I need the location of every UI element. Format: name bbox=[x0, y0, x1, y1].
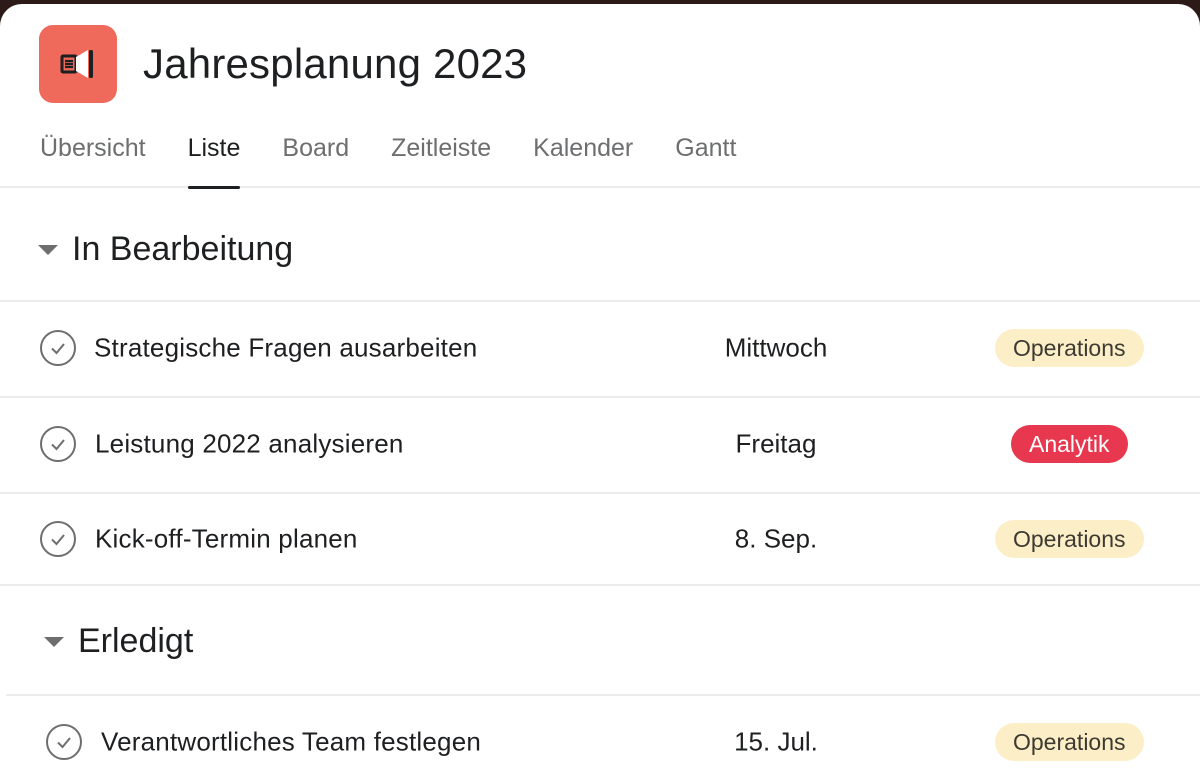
tab-kalender[interactable]: Kalender bbox=[533, 128, 633, 188]
task-name[interactable]: Verantwortliches Team festlegen bbox=[101, 727, 481, 758]
task-name[interactable]: Leistung 2022 analysieren bbox=[95, 429, 404, 460]
due-date[interactable]: Freitag bbox=[666, 429, 886, 460]
tag-operations[interactable]: Operations bbox=[995, 723, 1144, 761]
project-window: Jahresplanung 2023 Übersicht Liste Board… bbox=[0, 4, 1200, 783]
tab-gantt[interactable]: Gantt bbox=[675, 128, 736, 188]
project-header: Jahresplanung 2023 Übersicht Liste Board… bbox=[0, 4, 1200, 189]
task-name[interactable]: Kick-off-Termin planen bbox=[95, 524, 358, 555]
section-header-in-progress: In Bearbeitung bbox=[38, 230, 1200, 269]
tag-operations[interactable]: Operations bbox=[995, 520, 1144, 558]
section-title: In Bearbeitung bbox=[72, 230, 294, 268]
check-circle-icon[interactable] bbox=[40, 330, 76, 366]
task-name[interactable]: Strategische Fragen ausarbeiten bbox=[94, 333, 477, 364]
task-row[interactable]: Strategische Fragen ausarbeiten Mittwoch… bbox=[0, 300, 1200, 394]
task-row[interactable]: Kick-off-Termin planen 8. Sep. Operation… bbox=[0, 492, 1200, 586]
megaphone-icon[interactable] bbox=[39, 25, 117, 103]
check-circle-icon[interactable] bbox=[40, 426, 76, 462]
tag-analytik[interactable]: Analytik bbox=[1011, 425, 1128, 463]
view-tabs: Übersicht Liste Board Zeitleiste Kalende… bbox=[40, 128, 778, 189]
check-circle-icon[interactable] bbox=[46, 724, 82, 760]
section-header-done: Erledigt bbox=[44, 622, 1200, 661]
due-date[interactable]: 15. Jul. bbox=[666, 727, 886, 758]
check-circle-icon[interactable] bbox=[40, 521, 76, 557]
tab-liste[interactable]: Liste bbox=[187, 128, 240, 189]
section-title: Erledigt bbox=[78, 622, 194, 660]
project-title: Jahresplanung 2023 bbox=[143, 40, 528, 87]
tab-board[interactable]: Board bbox=[282, 128, 349, 188]
tab-uebersicht[interactable]: Übersicht bbox=[40, 128, 146, 188]
task-row[interactable]: Leistung 2022 analysieren Freitag Analyt… bbox=[0, 396, 1200, 490]
tag-operations[interactable]: Operations bbox=[995, 329, 1144, 367]
task-row[interactable]: Verantwortliches Team festlegen 15. Jul.… bbox=[6, 694, 1200, 783]
triangle-down-icon[interactable] bbox=[38, 244, 58, 255]
due-date[interactable]: 8. Sep. bbox=[666, 524, 886, 555]
tab-zeitleiste[interactable]: Zeitleiste bbox=[391, 128, 491, 188]
triangle-down-icon[interactable] bbox=[44, 636, 64, 647]
due-date[interactable]: Mittwoch bbox=[666, 333, 886, 364]
